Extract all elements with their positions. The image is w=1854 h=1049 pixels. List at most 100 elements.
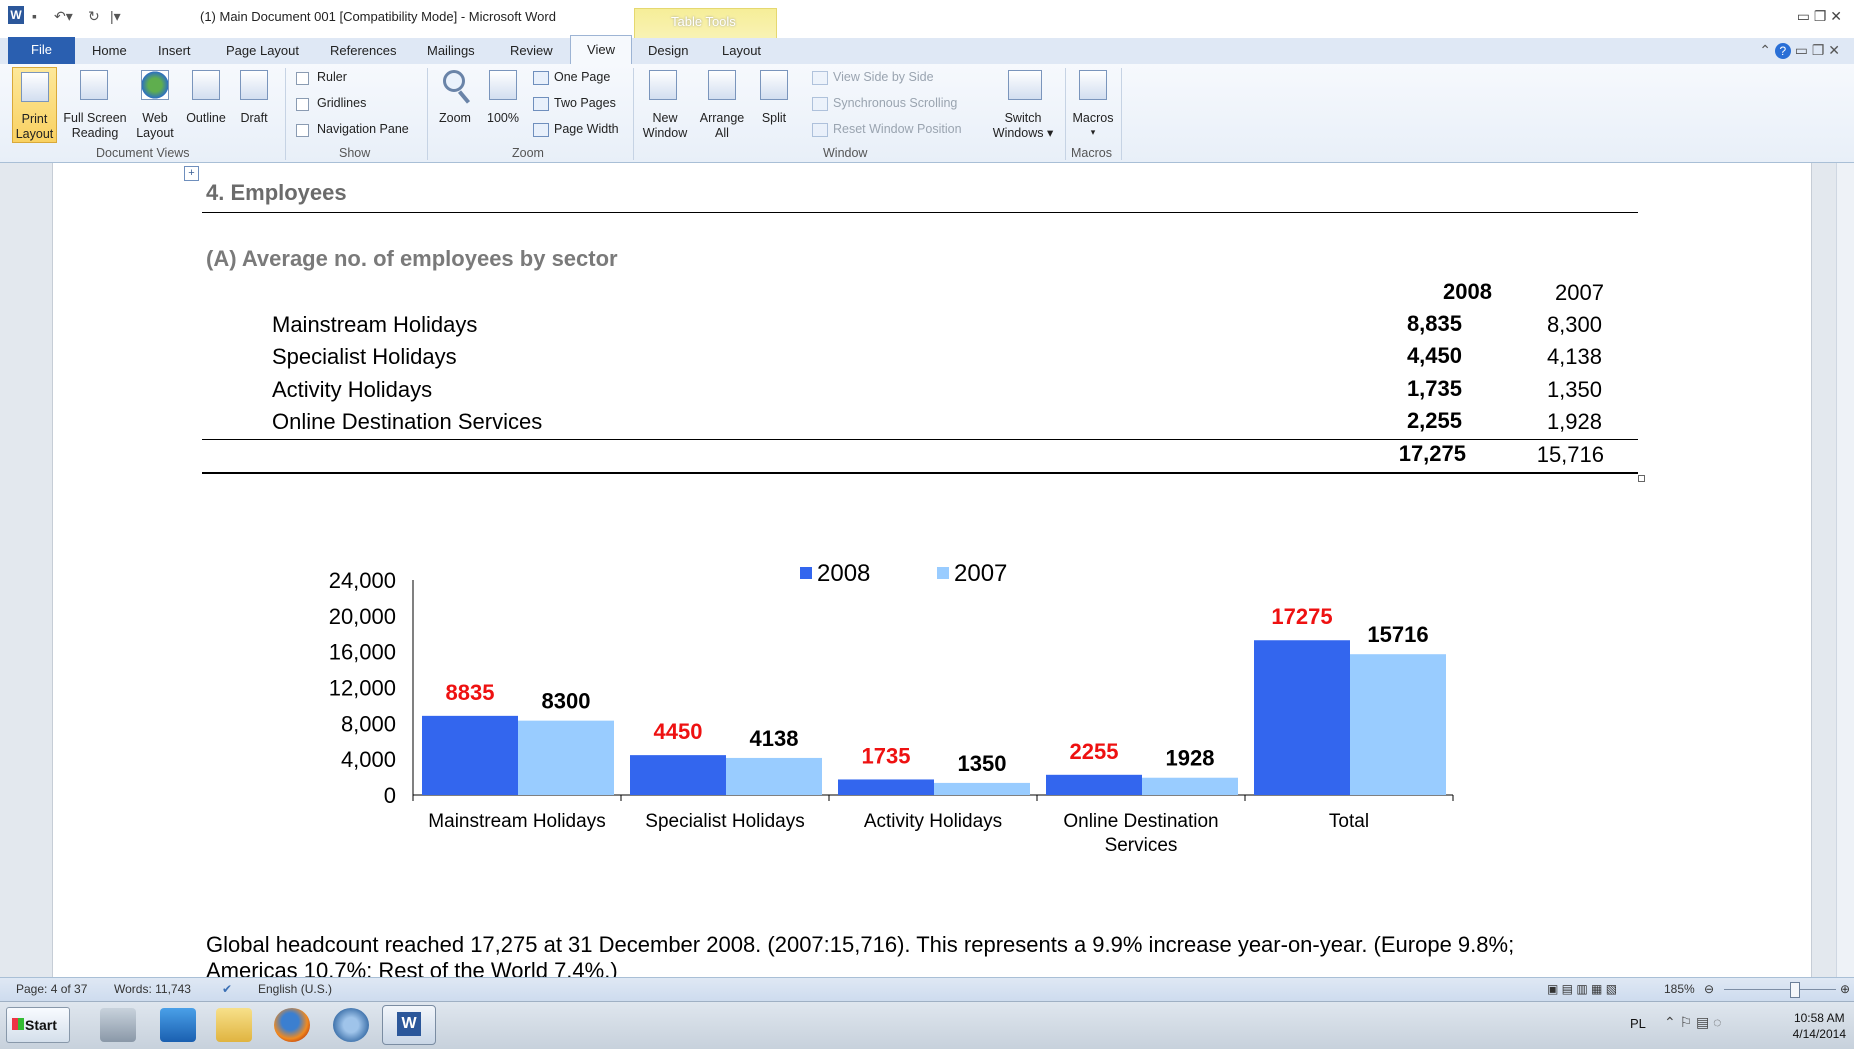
word-taskbar-button[interactable]: W <box>382 1005 436 1045</box>
computer-icon[interactable] <box>100 1008 136 1042</box>
x-category-label: Services <box>1105 835 1178 856</box>
arrange-all-button[interactable]: Arrange All <box>694 111 750 141</box>
data-label-2007: 8300 <box>542 689 591 714</box>
tab-mailings[interactable]: Mailings <box>427 43 475 58</box>
arrange-all-icon[interactable] <box>708 70 736 100</box>
zoom-in-icon[interactable]: ⊕ <box>1840 982 1850 996</box>
table-move-handle-icon[interactable]: + <box>184 166 199 181</box>
gridlines-checkbox[interactable] <box>296 98 309 111</box>
macros-dropdown-icon[interactable]: ▾ <box>1086 125 1100 140</box>
ruler-checkbox[interactable] <box>296 72 309 85</box>
view-shortcuts[interactable]: ▣ ▤ ▥ ▦ ▧ <box>1547 982 1617 996</box>
page-width-button[interactable]: Page Width <box>554 122 619 136</box>
synchronous-scrolling-button[interactable]: Synchronous Scrolling <box>833 96 957 110</box>
save-icon[interactable]: ▪ <box>32 8 37 24</box>
draft-icon[interactable] <box>240 70 268 100</box>
firefox-icon[interactable] <box>274 1008 310 1042</box>
two-pages-button[interactable]: Two Pages <box>554 96 616 110</box>
gridlines-label[interactable]: Gridlines <box>317 96 366 110</box>
web-layout-button[interactable]: Web Layout <box>134 111 176 141</box>
help-icon[interactable]: ? <box>1774 43 1791 59</box>
undo-icon[interactable]: ↶▾ <box>54 8 73 25</box>
page-indicator[interactable]: Page: 4 of 37 <box>16 982 87 996</box>
table-resize-handle[interactable] <box>1638 475 1645 482</box>
split-button[interactable]: Split <box>752 111 796 126</box>
x-category-label: Specialist Holidays <box>645 811 804 832</box>
tab-insert[interactable]: Insert <box>158 43 191 58</box>
folder-icon[interactable] <box>216 1008 252 1042</box>
zoom-out-icon[interactable]: ⊖ <box>1704 982 1714 996</box>
ruler-label[interactable]: Ruler <box>317 70 347 84</box>
row-value-2007: 1,928 <box>1546 409 1602 434</box>
switch-windows-icon[interactable] <box>1008 70 1042 100</box>
tab-home[interactable]: Home <box>92 43 127 58</box>
two-pages-icon[interactable] <box>533 97 549 111</box>
y-tick-label: 4,000 <box>341 747 396 772</box>
window-title: (1) Main Document 001 [Compatibility Mod… <box>200 9 556 24</box>
powershell-icon[interactable] <box>160 1008 196 1042</box>
zoom-slider-track[interactable] <box>1724 989 1836 990</box>
ribbon-help-controls[interactable]: ⌃ ? ▭ ❐ ✕ <box>1759 42 1840 59</box>
tab-design[interactable]: Design <box>648 43 688 58</box>
row-label: Activity Holidays <box>272 377 433 402</box>
print-layout-button[interactable]: Print Layout <box>12 67 57 143</box>
draft-button[interactable]: Draft <box>236 111 272 126</box>
tab-file[interactable]: File <box>8 37 75 64</box>
macros-icon[interactable] <box>1079 70 1107 100</box>
start-button[interactable]: Start <box>6 1007 70 1043</box>
x-category-label: Online Destination <box>1063 811 1218 832</box>
word-count[interactable]: Words: 11,743 <box>114 982 191 996</box>
input-language[interactable]: PL <box>1630 1016 1646 1031</box>
start-label: Start <box>25 1017 57 1033</box>
language-indicator[interactable]: English (U.S.) <box>258 982 332 996</box>
outline-button[interactable]: Outline <box>182 111 230 126</box>
customize-toolbar-icon[interactable]: |▾ <box>110 8 121 25</box>
page-width-icon[interactable] <box>533 123 549 137</box>
switch-windows-button[interactable]: Switch Windows ▾ <box>986 111 1060 141</box>
windows-logo-icon <box>12 1018 24 1030</box>
tab-references[interactable]: References <box>330 43 396 58</box>
one-page-icon[interactable] <box>533 71 549 85</box>
zoom-button[interactable]: Zoom <box>434 111 476 126</box>
web-layout-icon[interactable] <box>141 70 169 100</box>
full-screen-reading-button[interactable]: Full Screen Reading <box>62 111 128 141</box>
legend-label-2007: 2007 <box>954 560 1007 587</box>
zoom-magnifier-icon[interactable] <box>443 70 465 92</box>
clock[interactable]: 10:58 AM 4/14/2014 <box>1793 1010 1846 1042</box>
hundred-percent-button[interactable]: 100% <box>482 111 524 126</box>
zoom-slider-thumb[interactable] <box>1790 982 1800 998</box>
view-side-by-side-button[interactable]: View Side by Side <box>833 70 934 84</box>
macros-button[interactable]: Macros <box>1069 111 1117 126</box>
total-value-2007: 15,716 <box>1536 442 1604 467</box>
outline-icon[interactable] <box>192 70 220 100</box>
table-subheading: (A) Average no. of employees by sector <box>206 246 618 271</box>
tab-review[interactable]: Review <box>510 43 553 58</box>
paragraph-line-1: Global headcount reached 17,275 at 31 De… <box>206 932 1515 957</box>
navigation-pane-label[interactable]: Navigation Pane <box>317 122 409 136</box>
vertical-scrollbar[interactable] <box>1836 163 1854 977</box>
row-label: Specialist Holidays <box>272 344 457 369</box>
new-window-button[interactable]: New Window <box>638 111 692 141</box>
column-header-2008: 2008 <box>1443 279 1492 304</box>
zoom-level[interactable]: 185% <box>1664 982 1695 996</box>
data-label-2007: 1928 <box>1166 746 1215 771</box>
bar-2008 <box>1046 774 1142 795</box>
hundred-percent-icon[interactable] <box>489 70 517 100</box>
new-window-icon[interactable] <box>649 70 677 100</box>
tab-page-layout[interactable]: Page Layout <box>226 43 299 58</box>
tab-layout[interactable]: Layout <box>722 43 761 58</box>
navigation-pane-checkbox[interactable] <box>296 124 309 137</box>
proofing-icon[interactable]: ✔ <box>222 982 232 996</box>
virtual-machine-icon[interactable] <box>333 1008 369 1042</box>
split-icon[interactable] <box>760 70 788 100</box>
one-page-button[interactable]: One Page <box>554 70 610 84</box>
tab-view[interactable]: View <box>570 35 632 66</box>
y-tick-label: 24,000 <box>329 568 396 593</box>
redo-icon[interactable]: ↻ <box>88 8 100 25</box>
system-tray-icons[interactable]: ⌃ ⚐ ▤ ◌ <box>1664 1014 1722 1031</box>
reset-window-position-button[interactable]: Reset Window Position <box>833 122 962 136</box>
group-separator <box>633 68 634 160</box>
word-app-icon[interactable]: W <box>8 6 24 24</box>
window-controls[interactable]: ▭ ❐ ✕ <box>1797 8 1842 25</box>
full-screen-reading-icon[interactable] <box>80 70 108 100</box>
